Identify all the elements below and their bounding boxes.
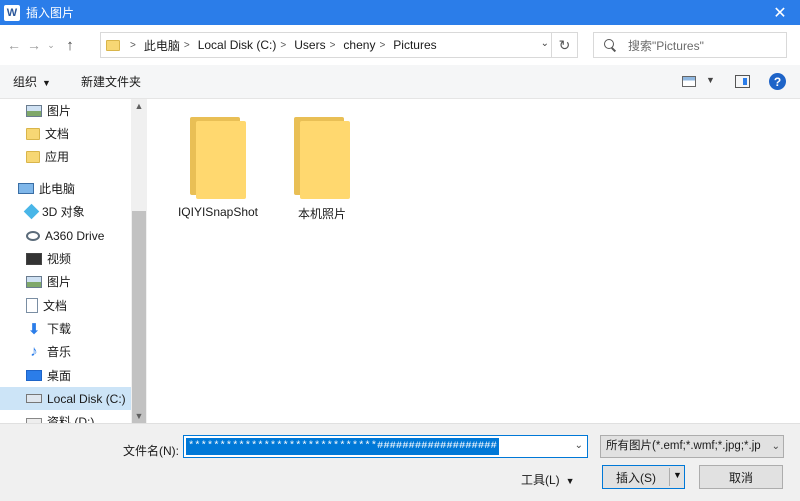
folder-icon [294, 117, 350, 199]
back-arrow-icon[interactable]: ← [4, 33, 24, 57]
sidebar-item-videos[interactable]: 视频 [0, 247, 132, 270]
address-dropdown-icon[interactable]: ⌄ [541, 38, 549, 49]
scroll-down-arrow-icon[interactable]: ▼ [131, 409, 147, 423]
sidebar-item-pictures-pc[interactable]: 图片 [0, 270, 132, 293]
caret-down-icon: ▼ [565, 476, 575, 486]
new-folder-button[interactable]: 新建文件夹 [81, 73, 141, 90]
navigation-pane: 图片 文档 应用 此电脑 3D 对象 A360 Drive 视频 图片 文档 ⬇… [0, 99, 147, 423]
sidebar-item-a360-drive[interactable]: A360 Drive [0, 224, 132, 247]
sidebar-item-documents-pc[interactable]: 文档 [0, 294, 132, 317]
command-toolbar: 组织 ▼ 新建文件夹 ▼ ? [0, 65, 800, 99]
insert-button[interactable]: 插入(S) ▼ [602, 465, 685, 489]
sidebar-item-music[interactable]: ♪ 音乐 [0, 340, 132, 363]
chevron-right-icon: > [183, 39, 190, 51]
cloud-drive-icon [26, 230, 40, 241]
search-box[interactable]: 搜索"Pictures" [593, 32, 787, 58]
insert-button-label: 插入(S) [616, 470, 656, 485]
chevron-right-icon: > [280, 39, 287, 51]
file-list: IQIYISnapShot 本机照片 [148, 99, 800, 423]
preview-pane-icon[interactable] [735, 75, 750, 88]
breadcrumb-item[interactable]: > cheny [326, 38, 376, 52]
3d-objects-icon [23, 203, 40, 220]
help-icon[interactable]: ? [769, 73, 786, 90]
breadcrumb-item[interactable]: > Pictures [375, 38, 436, 52]
caret-down-icon: ▼ [42, 78, 51, 88]
window-title: 插入图片 [26, 6, 75, 20]
document-icon [26, 298, 38, 313]
search-placeholder: 搜索"Pictures" [628, 38, 704, 53]
address-bar[interactable]: > 此电脑 > Local Disk (C:) > Users > cheny > Pic… [100, 32, 578, 58]
file-item-iqiyisnapshot[interactable]: IQIYISnapShot [168, 117, 268, 219]
sidebar-item-drive-d[interactable]: 资料 (D:) [0, 410, 132, 423]
folder-icon [26, 150, 40, 163]
scroll-up-arrow-icon[interactable]: ▲ [131, 99, 147, 113]
music-icon: ♪ [30, 343, 38, 360]
view-options-icon[interactable] [682, 76, 696, 87]
chevron-right-icon: > [130, 39, 136, 51]
computer-icon [18, 183, 34, 194]
sidebar-item-this-pc[interactable]: 此电脑 [0, 177, 132, 200]
breadcrumb-item[interactable]: > 此电脑 [126, 37, 180, 54]
word-app-icon: W [4, 4, 20, 21]
tools-button[interactable]: 工具(L) ▼ [521, 471, 575, 488]
organize-button[interactable]: 组织 ▼ [13, 73, 51, 90]
insert-options-caret-icon[interactable]: ▼ [673, 470, 682, 480]
close-icon[interactable]: ✕ [760, 0, 800, 25]
pictures-icon [26, 104, 42, 117]
sidebar-item-pictures[interactable]: 图片 [0, 99, 132, 122]
video-icon [26, 252, 42, 265]
recent-locations-chevron-icon[interactable]: ⌄ [44, 33, 58, 57]
file-item-label: 本机照片 [297, 207, 346, 221]
filename-dropdown-icon[interactable]: ⌄ [575, 440, 583, 451]
sidebar-item-3d-objects[interactable]: 3D 对象 [0, 200, 132, 223]
sidebar-scrollbar[interactable]: ▲ ▼ [131, 99, 147, 447]
filename-input[interactable]: ******************************##########… [183, 435, 588, 458]
search-icon [604, 39, 616, 51]
chevron-right-icon: > [329, 39, 336, 51]
file-item-local-photos[interactable]: 本机照片 [272, 117, 372, 222]
title-bar: W 插入图片 ✕ [0, 0, 800, 25]
chevron-right-icon: > [379, 39, 386, 51]
file-type-dropdown-icon: ⌄ [769, 436, 780, 457]
folder-icon [190, 117, 246, 199]
filename-label: 文件名(N): [123, 444, 179, 458]
breadcrumb-item[interactable]: > Users [276, 38, 325, 52]
download-icon: ⬇ [27, 320, 41, 338]
cancel-button[interactable]: 取消 [699, 465, 783, 489]
folder-icon [106, 39, 120, 51]
up-arrow-icon[interactable]: ↑ [60, 33, 80, 57]
sidebar-item-apps[interactable]: 应用 [0, 145, 132, 168]
forward-arrow-icon[interactable]: → [24, 33, 44, 57]
desktop-icon [26, 370, 42, 381]
view-caret-icon[interactable]: ▼ [706, 75, 715, 85]
sidebar-item-local-disk-c[interactable]: Local Disk (C:) [0, 387, 132, 410]
dialog-footer: 文件名(N): ******************************##… [0, 423, 800, 501]
file-type-select[interactable]: 所有图片(*.emf;*.wmf;*.jpg;*.jp ⌄ [600, 435, 784, 458]
sidebar-item-downloads[interactable]: ⬇ 下载 [0, 317, 132, 340]
file-item-label: IQIYISnapShot [177, 205, 259, 219]
breadcrumb-item[interactable]: > Local Disk (C:) [180, 38, 277, 52]
pictures-icon [26, 275, 42, 288]
file-type-value: 所有图片(*.emf;*.wmf;*.jpg;*.jp [606, 440, 761, 452]
disk-icon [26, 394, 42, 403]
sidebar-item-documents[interactable]: 文档 [0, 122, 132, 145]
filename-value: ******************************##########… [186, 438, 499, 455]
refresh-icon[interactable]: ↻ [551, 33, 577, 57]
sidebar-item-desktop[interactable]: 桌面 [0, 364, 132, 387]
folder-icon [26, 127, 40, 140]
navigation-bar: ← → ⌄ ↑ > 此电脑 > Local Disk (C:) > Users > ch… [0, 25, 800, 65]
split-divider [669, 468, 670, 486]
